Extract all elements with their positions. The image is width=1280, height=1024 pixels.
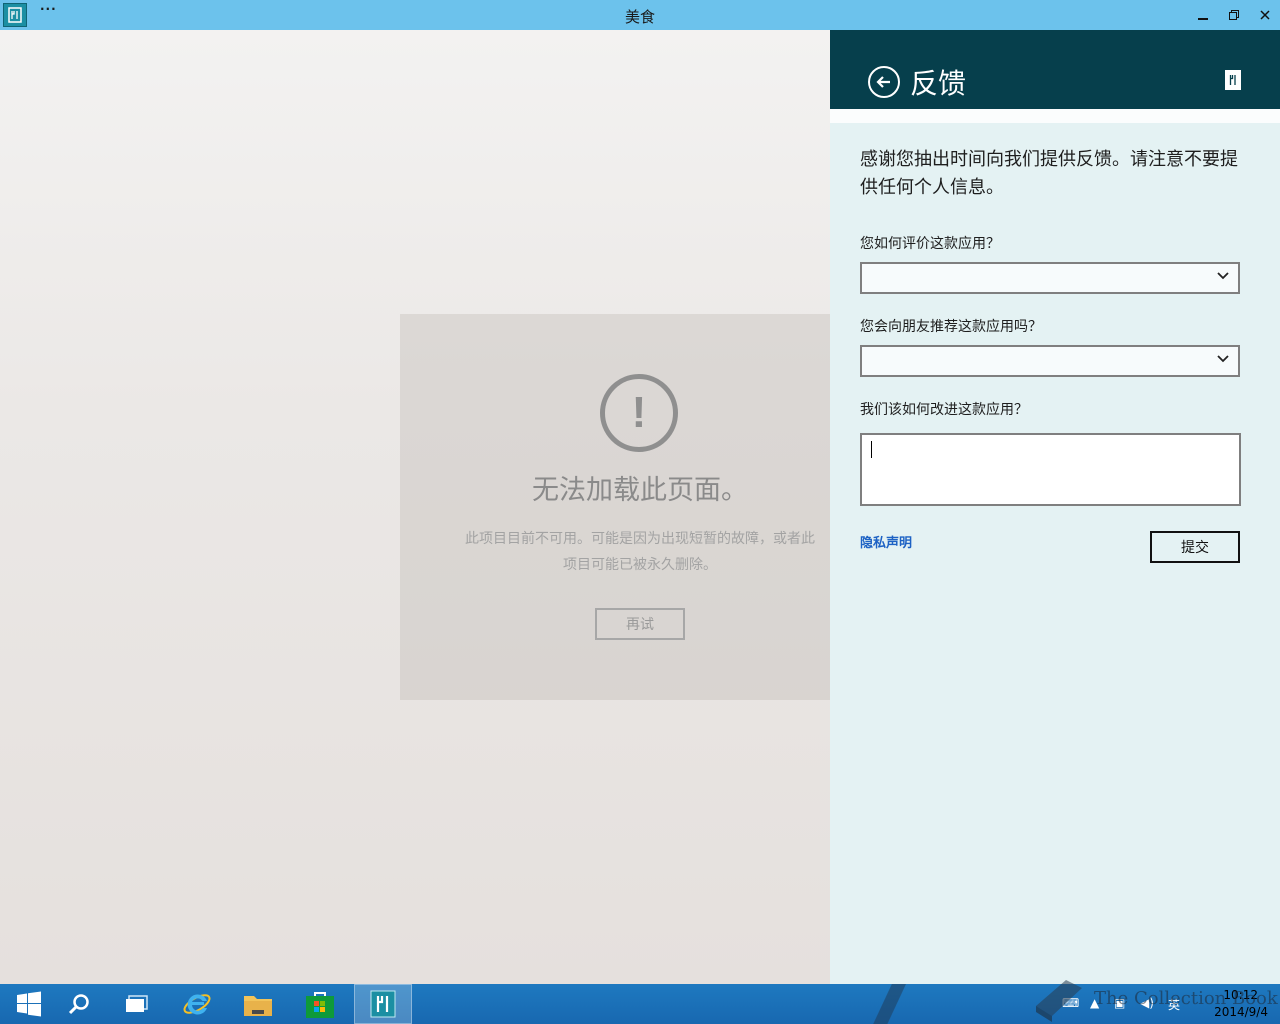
error-panel: ! 无法加载此页面。 此项目目前不可用。可能是因为出现短暂的故障，或者此项目可能… <box>400 314 830 700</box>
retry-button[interactable]: 再试 <box>595 608 685 640</box>
windows-logo-icon <box>17 991 41 1017</box>
file-explorer-button[interactable] <box>229 984 287 1024</box>
search-button[interactable] <box>50 984 108 1024</box>
chevron-down-icon <box>1217 355 1229 363</box>
back-button[interactable] <box>868 66 900 98</box>
watermark: The Collection Book <box>1030 976 1278 1024</box>
store-button[interactable] <box>291 984 349 1024</box>
submit-button[interactable]: 提交 <box>1150 531 1240 563</box>
restore-icon <box>1229 10 1239 20</box>
text-caret <box>871 441 872 458</box>
error-title: 无法加载此页面。 <box>532 475 748 506</box>
title-bar: ··· 美食 <box>0 0 1280 30</box>
improve-question-label: 我们该如何改进这款应用？ <box>860 402 1028 418</box>
food-app-icon <box>370 990 396 1018</box>
store-icon <box>306 992 334 1018</box>
rating-question-label: 您如何评价这款应用？ <box>860 236 1000 252</box>
task-view-button[interactable] <box>108 984 166 1024</box>
error-description: 此项目目前不可用。可能是因为出现短暂的故障，或者此项目可能已被永久删除。 <box>465 531 815 573</box>
internet-explorer-button[interactable] <box>168 984 226 1024</box>
rating-dropdown[interactable] <box>860 262 1240 294</box>
feedback-intro: 感谢您抽出时间向我们提供反馈。请注意不要提供任何个人信息。 <box>860 149 1238 198</box>
warning-icon: ! <box>600 374 678 452</box>
header-divider <box>830 109 1280 123</box>
app-content: ! 无法加载此页面。 此项目目前不可用。可能是因为出现短暂的故障，或者此项目可能… <box>0 30 830 984</box>
recommend-dropdown[interactable] <box>860 345 1240 377</box>
internet-explorer-icon <box>183 994 211 1015</box>
flyout-title: 反馈 <box>910 67 967 100</box>
privacy-statement-link[interactable]: 隐私声明 <box>860 532 912 551</box>
food-app-taskbar-button[interactable] <box>354 984 412 1024</box>
search-icon <box>68 994 89 1015</box>
chevron-down-icon <box>1217 272 1229 280</box>
watermark-text: The Collection Book <box>1094 988 1278 1009</box>
minimize-button[interactable] <box>1188 0 1218 30</box>
folder-icon <box>244 996 272 1016</box>
taskbar-decoration <box>860 984 920 1024</box>
close-icon <box>1260 10 1270 20</box>
restore-button[interactable] <box>1219 0 1249 30</box>
food-app-logo-icon <box>1225 70 1241 90</box>
back-arrow-icon <box>876 76 890 88</box>
minimize-icon <box>1198 18 1208 20</box>
task-view-icon <box>126 995 148 1012</box>
improve-textarea[interactable] <box>860 433 1241 506</box>
recommend-question-label: 您会向朋友推荐这款应用吗？ <box>860 319 1042 335</box>
feedback-flyout: 反馈 感谢您抽出时间向我们提供反馈。请注意不要提供任何个人信息。 您如何评价这款… <box>830 30 1280 984</box>
book-logo-icon <box>1036 980 1082 1022</box>
window-title: 美食 <box>624 8 655 26</box>
close-button[interactable] <box>1250 0 1280 30</box>
flyout-header: 反馈 <box>830 30 1280 109</box>
